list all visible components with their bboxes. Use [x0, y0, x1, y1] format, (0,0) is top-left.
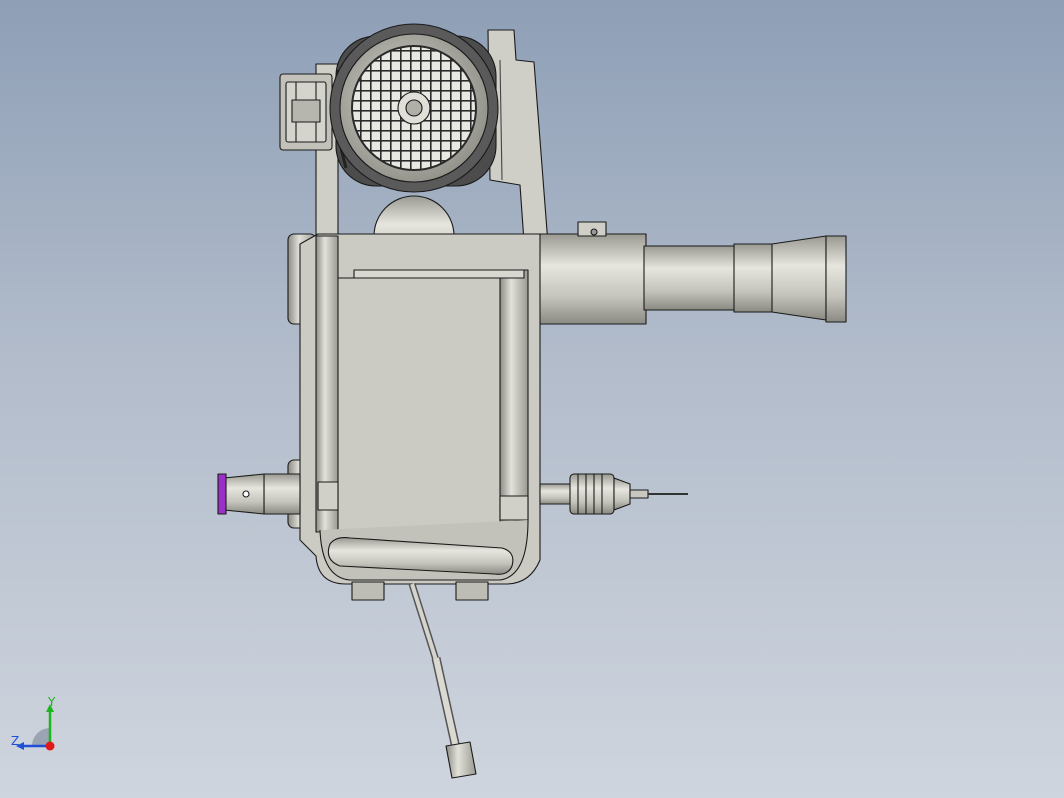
motor [329, 23, 499, 193]
left-spindle [217, 473, 301, 515]
collet-ring [217, 473, 227, 515]
z-axis-label: Z [11, 734, 19, 748]
foot-right [455, 581, 489, 601]
foot-left [351, 581, 385, 601]
drill-chuck [539, 473, 688, 515]
view-triad[interactable]: Y Z [11, 695, 56, 751]
horizontal-arm [535, 221, 847, 325]
junction-box [279, 73, 333, 151]
feed-lever[interactable] [408, 582, 477, 779]
cad-viewport[interactable]: Y Z [0, 0, 1064, 798]
y-axis-label: Y [47, 695, 56, 709]
head-body [299, 233, 541, 585]
x-axis-dot [45, 741, 55, 751]
drill-press-model[interactable] [217, 23, 847, 779]
